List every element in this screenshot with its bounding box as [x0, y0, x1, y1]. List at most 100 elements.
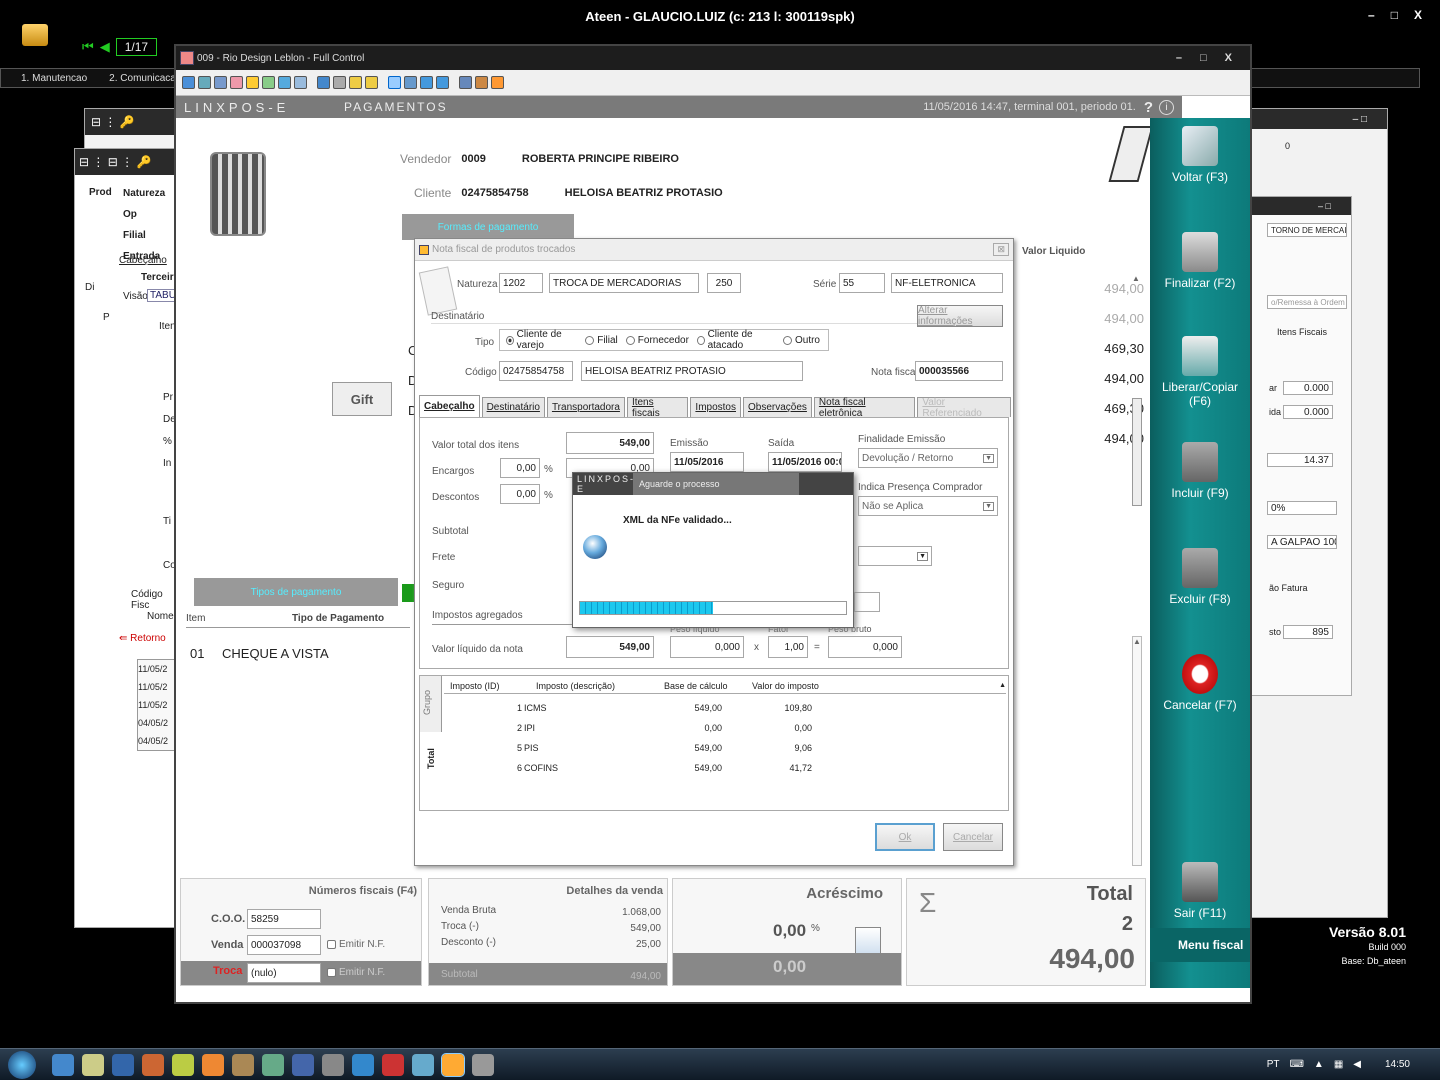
peso-bruto-field[interactable]: 0,000 [828, 636, 902, 658]
toolbar-save-icon[interactable] [182, 76, 195, 89]
toolbar-copy-icon[interactable] [459, 76, 472, 89]
toolbar-refresh-icon[interactable] [214, 76, 227, 89]
tab-grupo[interactable]: Grupo [422, 690, 432, 715]
outer-maximize-button[interactable]: □ [1391, 8, 1398, 22]
ie-icon[interactable] [52, 1053, 74, 1076]
tab-itens-fiscais[interactable]: Itens fiscais [626, 397, 689, 419]
emitir-nf-checkbox-2[interactable]: Emitir N.F. [327, 967, 385, 978]
language-indicator[interactable]: PT [1267, 1059, 1280, 1070]
coo-field[interactable]: 58259 [247, 909, 321, 929]
serie-code-field[interactable]: 55 [839, 273, 885, 293]
toolbar-sort-icon[interactable] [230, 76, 243, 89]
table-row[interactable]: 6 COFINS 549,00 41,72 [444, 758, 844, 778]
help-icon[interactable]: ? [1144, 99, 1153, 116]
taskbar-app-1[interactable] [112, 1053, 134, 1076]
side-excluir-button[interactable]: Excluir (F8) [1150, 548, 1250, 606]
network-icon[interactable]: ▦ [1334, 1059, 1343, 1070]
taskbar-app-10[interactable] [382, 1053, 404, 1076]
table-row[interactable]: 5 PIS 549,00 9,06 [444, 738, 844, 758]
taskbar-app-4[interactable] [202, 1053, 224, 1076]
natureza-code-field[interactable]: 1202 [499, 273, 543, 293]
toolbar-window-icon[interactable] [198, 76, 211, 89]
bg-right-pct[interactable]: 0% [1267, 501, 1337, 515]
ok-button[interactable]: Ok [875, 823, 935, 851]
valor-liquido-nota-field[interactable]: 549,00 [566, 636, 654, 658]
side-voltar-button[interactable]: Voltar (F3) [1150, 126, 1250, 184]
toolbar-list-icon[interactable] [420, 76, 433, 89]
toolbar-note-icon[interactable] [246, 76, 259, 89]
bg-retorno-button[interactable]: ⇚ Retorno [119, 633, 166, 644]
table-row[interactable]: 1 ICMS 549,00 109,80 [444, 698, 844, 718]
natureza-num-field[interactable]: 250 [707, 273, 741, 293]
descontos-field[interactable]: 0,00 [500, 484, 540, 504]
extra-field[interactable] [854, 592, 880, 612]
tab-observacoes[interactable]: Observações [743, 397, 812, 417]
emitir-nf-checkbox-1[interactable]: Emitir N.F. [327, 939, 385, 950]
menu-manutencao[interactable]: 1. Manutencao [21, 73, 87, 84]
dialog-close-button[interactable]: ⊠ [993, 243, 1009, 256]
toolbar-calendar-icon[interactable] [436, 76, 449, 89]
tipo-fornecedor-radio[interactable]: Fornecedor [625, 335, 689, 346]
keyboard-icon[interactable]: ⌨ [1289, 1059, 1303, 1070]
main-close-button[interactable]: X [1225, 52, 1232, 64]
taskbar-app-7[interactable] [292, 1053, 314, 1076]
alterar-informacoes-button[interactable]: Alterar informações [917, 305, 1003, 327]
gift-button[interactable]: Gift [332, 382, 392, 416]
tab-valor-referenciado[interactable]: Valor Referenciado [917, 397, 1011, 419]
fator-field[interactable]: 1,00 [768, 636, 808, 658]
volume-icon[interactable]: ◀ [1353, 1059, 1361, 1070]
tipo-outro-radio[interactable]: Outro [782, 335, 820, 346]
main-maximize-button[interactable]: □ [1200, 52, 1207, 64]
side-cancelar-button[interactable]: Cancelar (F7) [1150, 654, 1250, 712]
serie-desc-field[interactable]: NF-ELETRONICA [891, 273, 1003, 293]
troca-field[interactable]: (nulo) [247, 963, 321, 983]
side-incluir-button[interactable]: Incluir (F9) [1150, 442, 1250, 500]
bg-right-v2[interactable]: 0.000 [1283, 405, 1333, 419]
table-row[interactable]: 2 IPI 0,00 0,00 [444, 718, 844, 738]
taskbar-app-6[interactable] [262, 1053, 284, 1076]
outer-minimize-button[interactable]: – [1368, 8, 1375, 22]
bg-right-itens[interactable]: Itens Fiscais [1277, 327, 1327, 337]
bg-right-field-torno[interactable]: TORNO DE MERCAI [1267, 223, 1347, 237]
toolbar-phone-icon[interactable] [278, 76, 291, 89]
taskbar-app-12[interactable] [441, 1052, 465, 1077]
cancel-button[interactable]: Cancelar [943, 823, 1003, 851]
tab-destinatario[interactable]: Destinatário [481, 397, 545, 417]
encargos-field[interactable]: 0,00 [500, 458, 540, 478]
toolbar-grid-icon[interactable] [404, 76, 417, 89]
start-button[interactable] [8, 1050, 36, 1079]
tipo-cliente-atacado-radio[interactable]: Cliente de atacado [696, 329, 775, 351]
codigo-field[interactable]: 02475854758 [499, 361, 573, 381]
side-finalizar-button[interactable]: Finalizar (F2) [1150, 232, 1250, 290]
toolbar-calc-icon[interactable] [365, 76, 378, 89]
nota-fiscal-field[interactable]: 000035566 [915, 361, 1003, 381]
lower-scrollbar[interactable]: ▲ [1132, 636, 1142, 866]
tipos-tab[interactable]: Tipos de pagamento [194, 578, 398, 606]
saida-field[interactable]: 11/05/2016 00:0 [768, 452, 842, 472]
bg-right-v3[interactable]: 14.37 [1267, 453, 1333, 467]
valor-scrollbar-thumb[interactable] [1132, 398, 1142, 506]
pay-table-row[interactable]: 01 CHEQUE A VISTA [190, 646, 329, 661]
first-page-icon[interactable]: ⏮ [82, 39, 94, 55]
codigo-name-field[interactable]: HELOISA BEATRIZ PROTASIO [581, 361, 803, 381]
valor-total-field[interactable]: 549,00 [566, 432, 654, 454]
formas-tab[interactable]: Formas de pagamento [402, 214, 574, 240]
presenca-select[interactable]: Não se Aplica ▼ [858, 496, 998, 516]
peso-liquido-field[interactable]: 0,000 [670, 636, 744, 658]
taskbar-app-13[interactable] [472, 1053, 494, 1076]
taskbar-app-3[interactable] [172, 1053, 194, 1076]
side-sair-button[interactable]: Sair (F11) [1150, 862, 1250, 920]
transport-select[interactable]: ▼ [858, 546, 932, 566]
toolbar-person-icon[interactable] [333, 76, 346, 89]
acrescimo-percent[interactable]: 0,00 [773, 921, 806, 941]
taskbar-app-8[interactable] [322, 1053, 344, 1076]
side-liberar-button[interactable]: Liberar/Copiar (F6) [1150, 336, 1250, 408]
info-icon[interactable]: i [1159, 99, 1174, 115]
taskbar-app-11[interactable] [412, 1053, 434, 1076]
tax-scroll-up[interactable]: ▲ [999, 682, 1006, 689]
finalidade-select[interactable]: Devolução / Retorno ▼ [858, 448, 998, 468]
toolbar-users-icon[interactable] [262, 76, 275, 89]
menu-comunicacao[interactable]: 2. Comunicacao [109, 73, 181, 84]
toolbar-tools-icon[interactable] [475, 76, 488, 89]
bg-right-v4[interactable]: 895 [1283, 625, 1333, 639]
